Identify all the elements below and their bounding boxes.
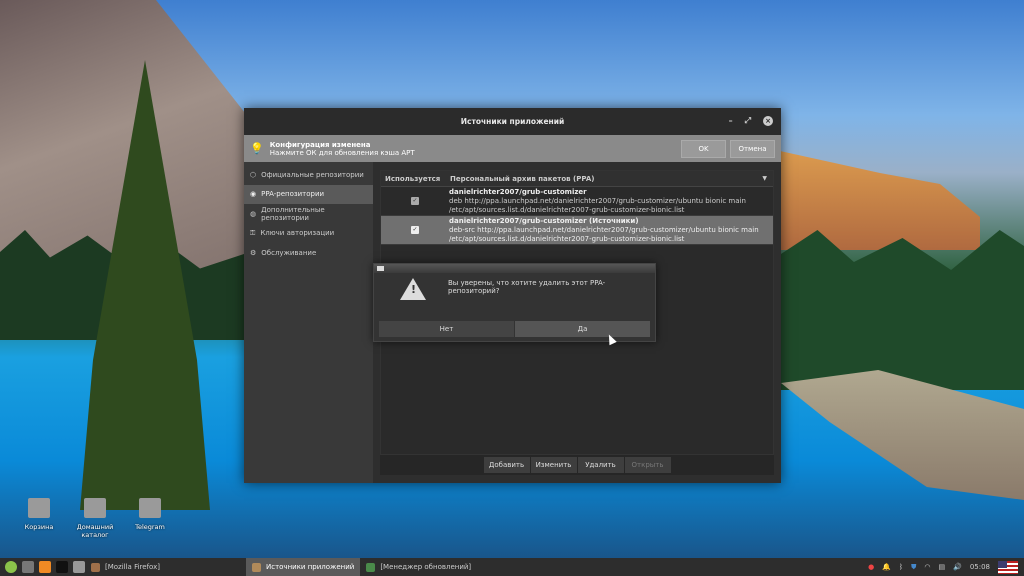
close-icon[interactable]: × — [763, 116, 773, 126]
wallpaper-mountain-right — [780, 151, 980, 250]
table-row[interactable]: ✓ danielrichter2007/grub-customizer deb h… — [381, 187, 773, 216]
bluetooth-icon[interactable]: ᛒ — [899, 563, 903, 571]
taskbar: [Mozilla Firefox] Источники приложений [… — [0, 558, 1024, 576]
sidebar: ⬡ Официальные репозитории ◉ PPA-репозитори… — [244, 162, 373, 483]
task-firefox[interactable]: [Mozilla Firefox] — [85, 558, 166, 576]
sidebar-item-ppa[interactable]: ◉ PPA-репозитории — [244, 184, 373, 204]
package-icon: ⬡ — [250, 170, 257, 179]
shield-icon — [366, 562, 376, 572]
folder-icon — [84, 498, 106, 518]
key-icon: ⚿ — [250, 228, 256, 237]
desktop-icon-telegram[interactable]: Telegram — [125, 498, 175, 531]
cancel-button[interactable]: Отмена — [730, 139, 775, 158]
confirm-dialog: ! Вы уверены, что хотите удалить этот PP… — [373, 263, 656, 342]
clipboard-icon[interactable]: ▤ — [938, 563, 945, 571]
desktop-icon-home[interactable]: Домашний каталог — [70, 498, 120, 539]
task-software-sources[interactable]: Источники приложений — [245, 558, 361, 576]
column-header-used[interactable]: Используется — [381, 175, 449, 183]
yes-button[interactable]: Да — [515, 321, 650, 337]
ppa-icon: ◉ — [250, 190, 257, 199]
sidebar-item-official[interactable]: ⬡ Официальные репозитории — [244, 165, 373, 185]
list-toolbar: Добавить Изменить Удалить Открыть — [380, 455, 774, 475]
sort-arrow-icon[interactable]: ▼ — [762, 175, 773, 182]
volume-icon[interactable]: 🔊 — [953, 563, 962, 571]
maintenance-icon: ⚙ — [250, 248, 257, 257]
firefox-launcher-icon[interactable] — [39, 561, 51, 573]
dialog-message: Вы уверены, что хотите удалить этот PPA-… — [448, 279, 606, 295]
sidebar-item-keys[interactable]: ⚿ Ключи авторизации — [244, 224, 373, 244]
terminal-icon[interactable] — [56, 561, 68, 573]
folder-icon — [139, 498, 161, 518]
info-title: Конфигурация изменена — [269, 140, 371, 149]
lightbulb-icon: 💡 — [250, 142, 264, 155]
enabled-checkbox[interactable]: ✓ — [411, 197, 419, 205]
globe-icon: ◍ — [250, 209, 257, 218]
update-tray-icon[interactable]: ● — [868, 563, 874, 571]
title-bar[interactable]: Источники приложений – ⤢ × — [244, 108, 781, 135]
files-icon[interactable] — [73, 561, 85, 573]
ok-button[interactable]: OK — [681, 139, 726, 158]
notification-bell-icon[interactable]: 🔔 — [882, 563, 891, 571]
wallpaper-forest-right — [781, 230, 1024, 390]
column-header-ppa[interactable]: Персональный архив пакетов (PPA) — [449, 175, 762, 183]
minimize-icon[interactable]: – — [729, 116, 733, 126]
wifi-icon[interactable]: ◠ — [924, 563, 930, 571]
menu-icon[interactable] — [5, 561, 17, 573]
show-desktop-icon[interactable] — [22, 561, 34, 573]
add-button[interactable]: Добавить — [483, 457, 530, 473]
table-row[interactable]: ✓ danielrichter2007/grub-customizer (Ист… — [381, 216, 773, 245]
info-subtitle: Нажмите ОК для обновления кэша APT — [269, 148, 415, 157]
no-button[interactable]: Нет — [379, 321, 514, 337]
sidebar-item-maintenance[interactable]: ⚙ Обслуживание — [244, 243, 373, 263]
sidebar-item-additional[interactable]: ◍ Дополнительные репозитории — [244, 204, 373, 224]
software-sources-icon — [251, 562, 261, 572]
keyboard-layout-flag-icon[interactable] — [998, 560, 1018, 574]
dialog-title-bar[interactable] — [374, 264, 655, 273]
info-bar: 💡 Конфигурация изменена Нажмите ОК для об… — [244, 135, 781, 162]
maximize-icon[interactable]: ⤢ — [745, 116, 751, 126]
desktop-icon-trash[interactable]: Корзина — [14, 498, 64, 531]
open-button[interactable]: Открыть — [624, 457, 671, 473]
warning-icon: ! — [400, 278, 426, 300]
window-title: Источники приложений — [460, 117, 565, 126]
edit-button[interactable]: Изменить — [530, 457, 577, 473]
window-icon — [377, 266, 384, 271]
firefox-icon — [91, 562, 100, 572]
trash-icon — [28, 498, 50, 518]
clock[interactable]: 05:08 — [970, 563, 990, 571]
shield-tray-icon[interactable]: ⛊ — [911, 563, 916, 572]
enabled-checkbox[interactable]: ✓ — [411, 226, 419, 234]
task-update-manager[interactable]: [Менеджер обновлений] — [360, 558, 477, 576]
remove-button[interactable]: Удалить — [577, 457, 624, 473]
